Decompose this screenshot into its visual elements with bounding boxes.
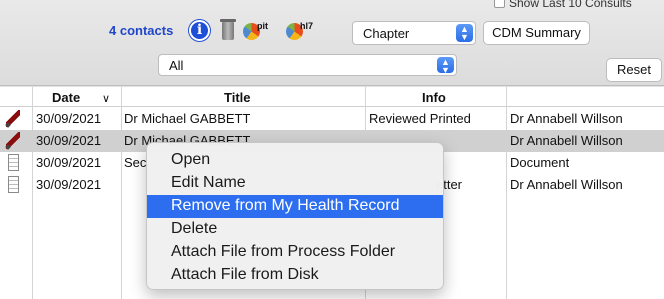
column-header-date[interactable]: Date bbox=[52, 90, 80, 105]
document-icon bbox=[8, 154, 19, 171]
menu-item-edit-name[interactable]: Edit Name bbox=[147, 172, 443, 195]
menu-item-remove-from-my-health-record[interactable]: Remove from My Health Record bbox=[147, 195, 443, 218]
cdm-summary-button[interactable]: CDM Summary bbox=[483, 21, 590, 45]
sort-chevron-icon[interactable]: ∨ bbox=[102, 92, 110, 105]
menu-item-delete[interactable]: Delete bbox=[147, 218, 443, 241]
trash-icon[interactable] bbox=[220, 19, 236, 40]
show-last-consults-checkbox[interactable]: Show Last 10 Consults bbox=[494, 0, 632, 10]
pit-button[interactable]: pit bbox=[243, 21, 279, 41]
checkbox-box[interactable] bbox=[494, 0, 505, 8]
table-row[interactable]: 30/09/2021 Dr Michael GABBETT Reviewed P… bbox=[0, 108, 664, 130]
context-menu: Open Edit Name Remove from My Health Rec… bbox=[146, 142, 444, 290]
quill-icon bbox=[6, 132, 20, 149]
select-stepper-icon: ▲ ▼ bbox=[437, 57, 454, 75]
column-header-title[interactable]: Title bbox=[224, 90, 251, 105]
contacts-count-link[interactable]: 4 contacts bbox=[109, 23, 173, 38]
select-stepper-icon: ▲ ▼ bbox=[456, 24, 473, 42]
menu-item-open[interactable]: Open bbox=[147, 149, 443, 172]
reset-button[interactable]: Reset bbox=[606, 58, 662, 82]
table-header: Date ∨ Title Info bbox=[0, 87, 664, 107]
filter-select[interactable]: All ▲ ▼ bbox=[158, 54, 457, 76]
document-icon bbox=[8, 176, 19, 193]
quill-icon bbox=[6, 110, 20, 127]
toolbar: Show Last 10 Consults 4 contacts i pit h… bbox=[0, 0, 664, 86]
column-header-info[interactable]: Info bbox=[422, 90, 446, 105]
info-icon[interactable]: i bbox=[189, 20, 210, 41]
chapter-select[interactable]: Chapter ▲ ▼ bbox=[352, 21, 476, 45]
hl7-button[interactable]: hl7 bbox=[286, 21, 322, 41]
menu-item-attach-from-disk[interactable]: Attach File from Disk bbox=[147, 264, 443, 287]
menu-item-attach-from-process-folder[interactable]: Attach File from Process Folder bbox=[147, 241, 443, 264]
